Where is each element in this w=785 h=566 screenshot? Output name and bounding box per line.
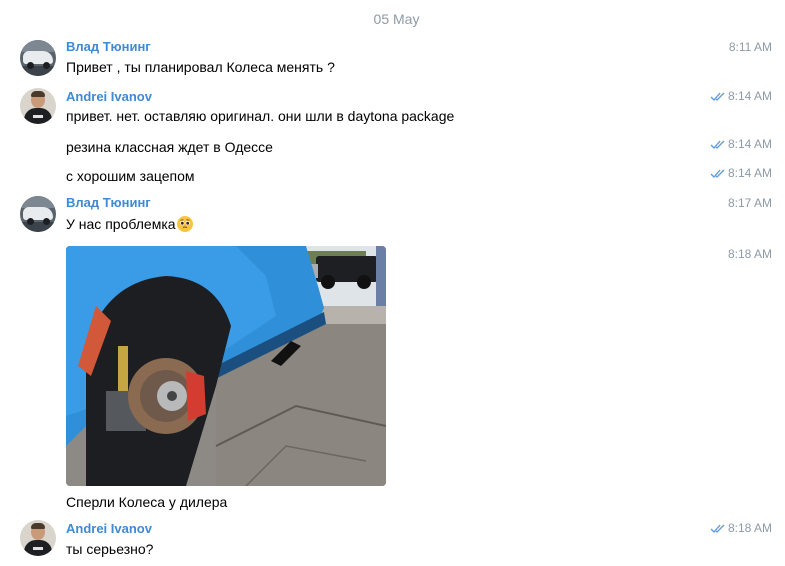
message-time: 8:18 AM — [727, 247, 772, 261]
message-text: Привет , ты планировал Колеса менять ? — [66, 59, 335, 75]
message-text: привет. нет. оставляю оригинал. они шли … — [66, 108, 455, 124]
message-time: 8:14 AM — [710, 137, 772, 151]
double-check-icon — [710, 92, 725, 101]
double-check-icon — [710, 169, 725, 178]
date-separator: 05 May — [373, 11, 420, 27]
message-time: 8:11 AM — [728, 40, 772, 54]
message-text: с хорошим зацепом — [66, 168, 195, 184]
message-author[interactable]: Влад Тюнинг — [66, 195, 151, 210]
avatar[interactable] — [20, 520, 56, 556]
message-author[interactable]: Andrei Ivanov — [66, 89, 152, 104]
double-check-icon — [710, 140, 725, 149]
message-author[interactable]: Влад Тюнинг — [66, 39, 151, 54]
message-text: У нас проблемка — [66, 216, 193, 232]
message-author[interactable]: Andrei Ivanov — [66, 521, 152, 536]
avatar[interactable] — [20, 88, 56, 124]
pleading-face-icon — [176, 216, 193, 232]
avatar[interactable] — [20, 196, 56, 232]
double-check-icon — [710, 524, 725, 533]
message-time: 8:17 AM — [727, 196, 772, 210]
message-text: резина классная ждет в Одессе — [66, 139, 273, 155]
message-time: 8:18 AM — [710, 521, 772, 535]
message-text: ты серьезно? — [66, 541, 154, 557]
avatar[interactable] — [20, 40, 56, 76]
message-time: 8:14 AM — [710, 89, 772, 103]
photo-caption: Сперли Колеса у дилера — [66, 494, 228, 510]
photo-car-without-wheel[interactable] — [66, 246, 386, 486]
message-time: 8:14 AM — [710, 166, 772, 180]
